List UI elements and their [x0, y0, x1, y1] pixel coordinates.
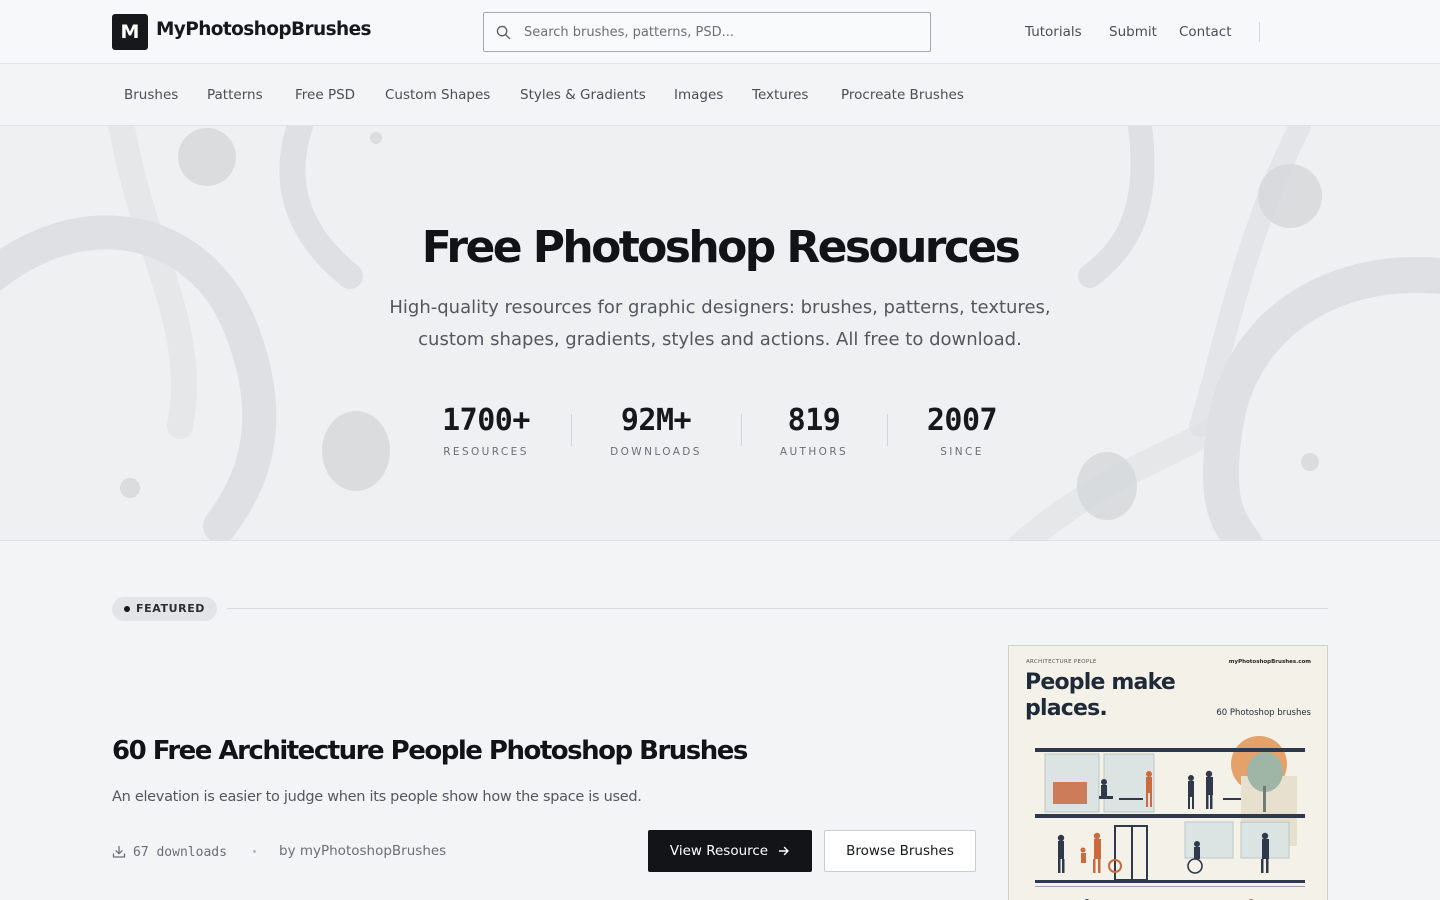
header-divider: [1259, 22, 1260, 42]
nav-link-contact[interactable]: Contact: [1179, 24, 1232, 40]
featured-badge: FEATURED: [112, 597, 218, 621]
featured-description: An elevation is easier to judge when its…: [112, 789, 642, 805]
stat-value: 2007: [926, 403, 998, 438]
browse-brushes-button[interactable]: Browse Brushes: [824, 830, 976, 872]
stat-divider: [571, 414, 572, 446]
hero-subtitle: High-quality resources for graphic desig…: [389, 297, 1051, 350]
stat-divider: [741, 414, 742, 446]
poster-site: myPhotoshopBrushes.com: [1228, 659, 1311, 665]
site-header: M MyPhotoshopBrushes Tutorials Submit Co…: [0, 0, 1440, 64]
category-brushes[interactable]: Brushes: [124, 87, 178, 103]
nav-link-submit[interactable]: Submit: [1109, 24, 1157, 40]
badge-label: FEATURED: [136, 602, 206, 615]
download-count-text: 67 downloads: [133, 844, 227, 860]
search-icon: [496, 25, 511, 40]
poster-kicker: ARCHITECTURE PEOPLE: [1026, 659, 1097, 665]
stat-authors: 819 AUTHORS: [764, 402, 864, 458]
category-images[interactable]: Images: [674, 87, 723, 103]
stat-value: 92M+: [620, 403, 692, 438]
category-textures[interactable]: Textures: [752, 87, 808, 103]
category-styles-gradients[interactable]: Styles & Gradients: [520, 87, 646, 103]
stat-value: 819: [787, 403, 841, 438]
featured-divider: [227, 608, 1328, 609]
stat-since: 2007 SINCE: [912, 402, 1012, 458]
poster-headline: People make places.: [1025, 670, 1176, 721]
arrow-right-icon: [778, 846, 789, 856]
download-icon: [112, 845, 126, 858]
stat-label: RESOURCES: [443, 446, 529, 458]
meta-separator: [253, 850, 256, 853]
hero-section: Free Photoshop Resources High-quality re…: [0, 126, 1440, 541]
view-resource-button[interactable]: View Resource: [648, 830, 812, 872]
download-count: 67 downloads: [112, 843, 227, 861]
category-nav: Brushes Patterns Free PSD Custom Shapes …: [0, 65, 1440, 126]
featured-title[interactable]: 60 Free Architecture People Photoshop Br…: [112, 736, 748, 766]
poster-count: 60 Photoshop brushes: [1216, 708, 1311, 718]
hero-title: Free Photoshop Resources: [421, 222, 1021, 273]
stat-divider: [887, 414, 888, 446]
stat-downloads: 92M+ DOWNLOADS: [596, 402, 716, 458]
stat-label: DOWNLOADS: [610, 446, 702, 458]
badge-dot-icon: [124, 606, 130, 612]
view-resource-label: View Resource: [669, 843, 769, 859]
stat-resources: 1700+ RESOURCES: [426, 402, 546, 458]
search-box[interactable]: [483, 12, 931, 52]
category-patterns[interactable]: Patterns: [207, 87, 263, 103]
category-custom-shapes[interactable]: Custom Shapes: [385, 87, 490, 103]
featured-preview-image[interactable]: ARCHITECTURE PEOPLE myPhotoshopBrushes.c…: [1008, 645, 1328, 900]
author-link[interactable]: by myPhotoshopBrushes: [279, 843, 446, 859]
nav-link-tutorials[interactable]: Tutorials: [1025, 24, 1082, 40]
stat-label: AUTHORS: [779, 446, 849, 458]
logo-mark[interactable]: M: [112, 14, 148, 50]
site-name[interactable]: MyPhotoshopBrushes: [156, 19, 372, 40]
stat-label: SINCE: [940, 446, 984, 458]
architecture-people-illustration: [1035, 736, 1305, 900]
category-free-psd[interactable]: Free PSD: [295, 87, 355, 103]
category-procreate-brushes[interactable]: Procreate Brushes: [841, 87, 964, 103]
stat-value: 1700+: [442, 403, 530, 438]
search-input[interactable]: [524, 13, 920, 51]
